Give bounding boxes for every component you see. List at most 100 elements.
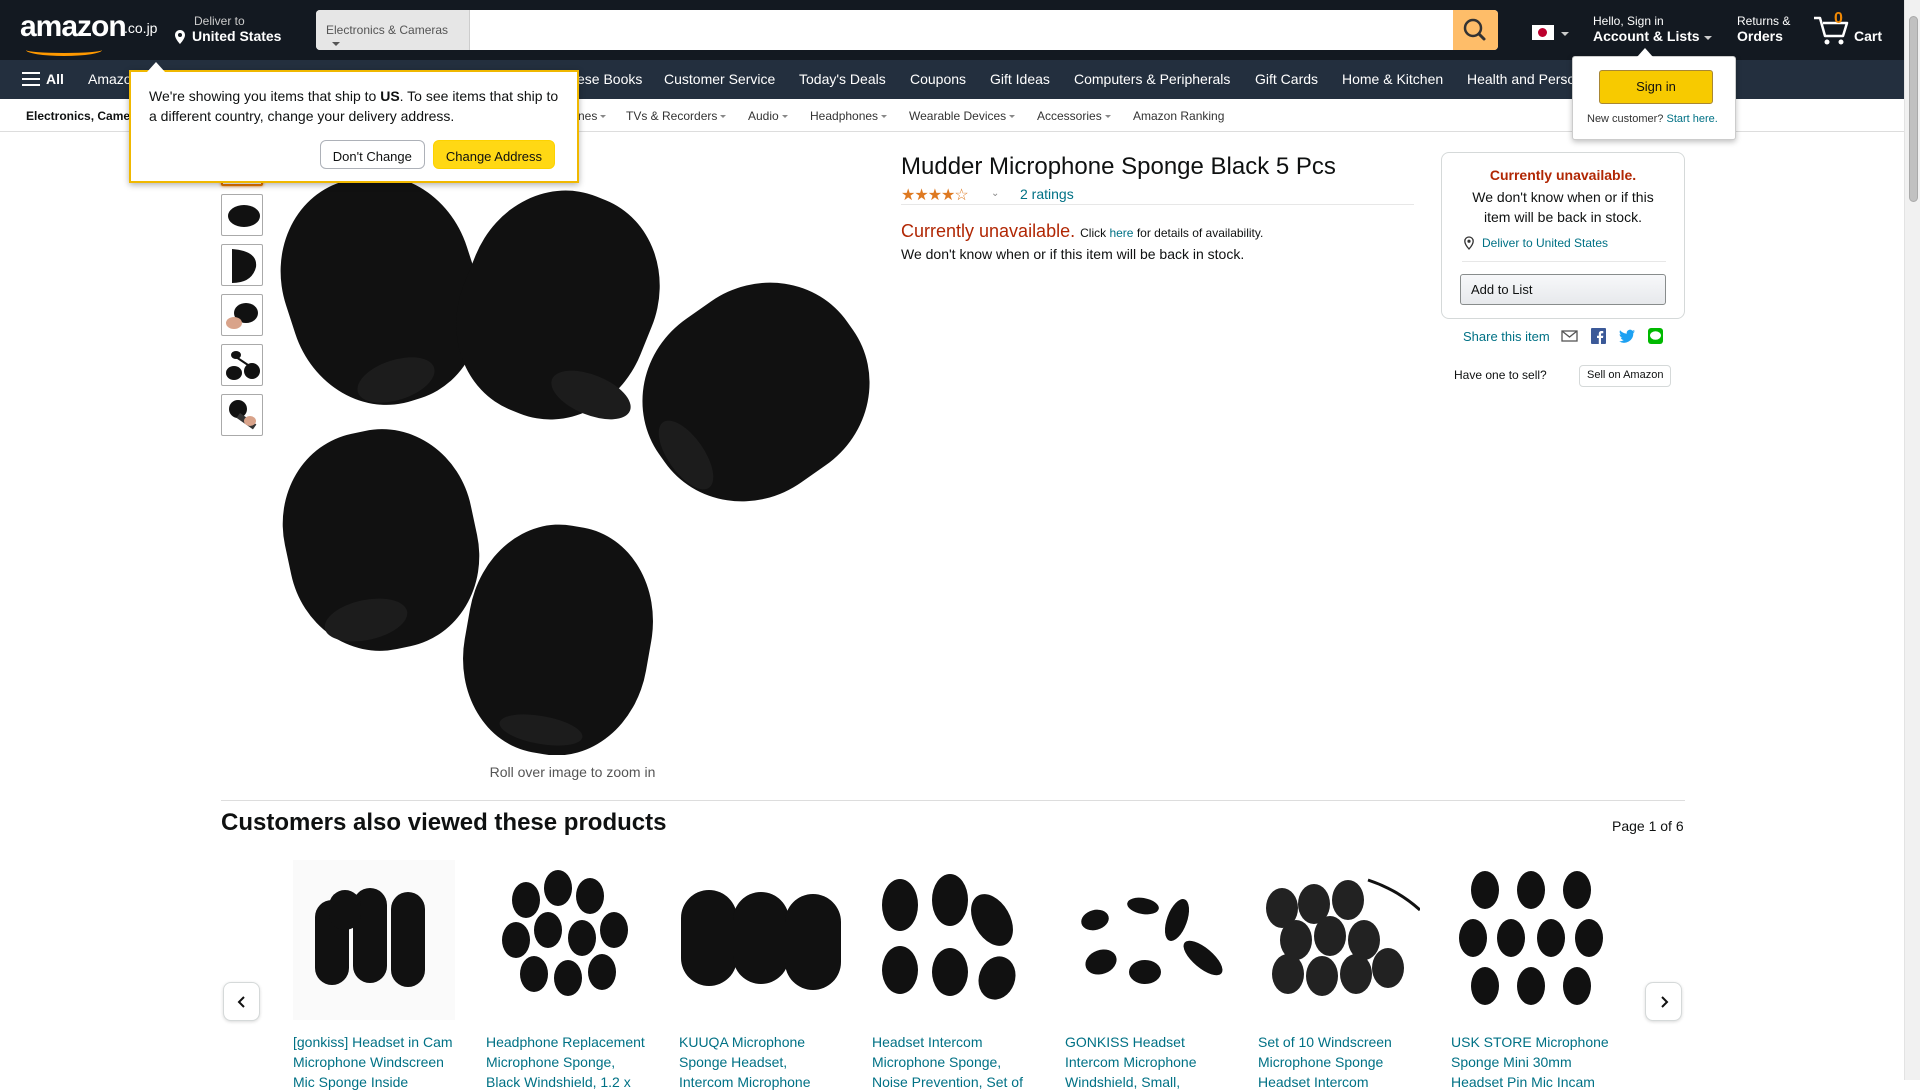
carousel-card[interactable]: GONKISS Headset Intercom Microphone Wind…	[1065, 860, 1227, 1092]
account-lists-text: Account & Lists	[1593, 28, 1700, 44]
thumbnail-2[interactable]	[221, 194, 263, 236]
deliver-to-selector[interactable]: Deliver to United States	[172, 14, 281, 45]
carousel-card[interactable]: Headset Intercom Microphone Sponge, Nois…	[872, 860, 1034, 1092]
subnav-wearables[interactable]: Wearable Devices	[909, 109, 1016, 123]
signin-button[interactable]: Sign in	[1599, 70, 1713, 104]
start-here-link[interactable]: Start here.	[1666, 113, 1717, 125]
carousel-card-image[interactable]	[1258, 860, 1422, 1020]
add-to-list-button[interactable]: Add to List	[1460, 274, 1666, 305]
nav-item-gift-cards[interactable]: Gift Cards	[1255, 71, 1318, 87]
popover-country: US	[380, 88, 400, 104]
buybox-deliver-text: Deliver to United States	[1482, 236, 1609, 250]
carousel-card-title[interactable]: KUUQA Microphone Sponge Headset, Interco…	[679, 1032, 841, 1092]
nav-item-coupons[interactable]: Coupons	[910, 71, 966, 87]
chevron-down-icon	[881, 115, 888, 121]
nav-item-customer-service[interactable]: Customer Service	[664, 71, 775, 87]
subnav-phones-label: nes	[578, 109, 598, 123]
product-title: Mudder Microphone Sponge Black 5 Pcs	[901, 153, 1336, 180]
nav-all-label: All	[46, 71, 64, 87]
search-category-label: Electronics & Cameras	[326, 23, 449, 37]
carousel-card-title[interactable]: USK STORE Microphone Sponge Mini 30mm He…	[1451, 1032, 1613, 1092]
carousel-card-title[interactable]: Headset Intercom Microphone Sponge, Nois…	[872, 1032, 1034, 1092]
search-icon	[1463, 18, 1486, 41]
carousel-card[interactable]: [gonkiss] Headset in Cam Microphone Wind…	[293, 860, 455, 1092]
search-button[interactable]	[1453, 10, 1498, 50]
carousel-card-title[interactable]: GONKISS Headset Intercom Microphone Wind…	[1065, 1032, 1227, 1092]
carousel-card[interactable]: Headphone Replacement Microphone Sponge,…	[486, 860, 648, 1092]
carousel-card-image[interactable]	[872, 860, 1034, 1020]
subnav-ranking[interactable]: Amazon Ranking	[1133, 109, 1224, 123]
carousel-card[interactable]: KUUQA Microphone Sponge Headset, Interco…	[679, 860, 841, 1092]
cart-count: 0	[1834, 10, 1843, 27]
thumbnail-3[interactable]	[221, 244, 263, 286]
nav-item-home-kitchen[interactable]: Home & Kitchen	[1342, 71, 1443, 87]
subnav-electronics[interactable]: Electronics, Came	[26, 109, 130, 123]
carousel-card-image[interactable]	[1451, 860, 1613, 1020]
carousel-next-button[interactable]	[1645, 982, 1682, 1021]
search-category-select[interactable]: Electronics & Cameras	[316, 10, 470, 50]
chevron-down-icon	[1703, 36, 1712, 44]
microphone-sponges-illustration	[280, 175, 870, 756]
subnav-phones[interactable]: nes	[578, 109, 607, 123]
scrollbar-thumb[interactable]	[1909, 16, 1918, 202]
account-lists-menu[interactable]: Hello, Sign in Account & Lists	[1593, 14, 1712, 44]
carousel-card-image[interactable]	[679, 860, 841, 1020]
thumbnail-4[interactable]	[221, 294, 263, 336]
carousel-card-title[interactable]: Set of 10 Windscreen Microphone Sponge H…	[1258, 1032, 1420, 1092]
delivery-country-popover: We're showing you items that ship to US.…	[129, 62, 579, 183]
email-icon[interactable]	[1561, 328, 1578, 344]
nav-item-computers[interactable]: Computers & Peripherals	[1074, 71, 1230, 87]
nav-item-books[interactable]: ese Books	[577, 71, 642, 87]
new-customer-row: New customer? Start here.	[1587, 113, 1718, 125]
sell-on-amazon-button[interactable]: Sell on Amazon	[1579, 365, 1672, 387]
carousel-card-title[interactable]: [gonkiss] Headset in Cam Microphone Wind…	[293, 1032, 455, 1092]
star-rating-icon[interactable]: ★★★★☆	[901, 185, 969, 205]
zoom-hint: Roll over image to zoom in	[489, 764, 656, 780]
nav-item-todays-deals[interactable]: Today's Deals	[799, 71, 886, 87]
buybox-deliver-link[interactable]: Deliver to United States	[1462, 236, 1608, 250]
carousel-card-image[interactable]	[293, 860, 455, 1020]
dont-change-button[interactable]: Don't Change	[319, 140, 425, 169]
carousel-heading: Customers also viewed these products	[221, 809, 667, 836]
top-header: amazon .co.jp Deliver to United States E…	[0, 0, 1904, 60]
thumbnail-6[interactable]	[221, 394, 263, 436]
amazon-logo[interactable]: amazon .co.jp	[20, 10, 157, 56]
share-label[interactable]: Share this item	[1463, 329, 1550, 344]
change-address-button[interactable]: Change Address	[432, 140, 555, 169]
thumbnail-5[interactable]	[221, 344, 263, 386]
facebook-icon[interactable]	[1590, 328, 1607, 344]
ratings-count-link[interactable]: 2 ratings	[1020, 186, 1074, 202]
search-input[interactable]	[471, 10, 1441, 50]
deliver-to-country-text: United States	[192, 28, 282, 44]
carousel-card[interactable]: Set of 10 Windscreen Microphone Sponge H…	[1258, 860, 1422, 1092]
subnav-headphones[interactable]: Headphones	[810, 109, 888, 123]
availability-here-link[interactable]: here	[1109, 226, 1133, 240]
subnav-tvs[interactable]: TVs & Recorders	[626, 109, 727, 123]
search-bar: Electronics & Cameras	[316, 10, 1498, 50]
nav-item-gift-ideas[interactable]: Gift Ideas	[990, 71, 1050, 87]
nav-item-health[interactable]: Health and Perso	[1467, 71, 1575, 87]
japan-flag-icon[interactable]	[1532, 25, 1554, 40]
twitter-icon[interactable]	[1618, 328, 1636, 344]
cart-label: Cart	[1854, 28, 1883, 44]
rating-row: ★★★★☆ ⌄ 2 ratings	[901, 185, 1414, 205]
carousel-card[interactable]: USK STORE Microphone Sponge Mini 30mm He…	[1451, 860, 1613, 1092]
account-lists-label: Account & Lists	[1593, 28, 1712, 44]
page-scrollbar[interactable]	[1904, 0, 1920, 1080]
main-product-image[interactable]	[266, 175, 880, 756]
line-icon[interactable]	[1647, 328, 1664, 344]
nav-all-menu[interactable]: All	[22, 71, 64, 87]
rating-chevron-icon[interactable]: ⌄	[991, 188, 999, 199]
carousel-card-title[interactable]: Headphone Replacement Microphone Sponge,…	[486, 1032, 648, 1092]
carousel-card-image[interactable]	[1065, 860, 1227, 1020]
subnav-audio[interactable]: Audio	[748, 109, 788, 123]
subnav-accessories-label: Accessories	[1037, 109, 1102, 123]
account-greeting: Hello, Sign in	[1593, 14, 1664, 28]
subnav-audio-label: Audio	[748, 109, 779, 123]
carousel-card-image[interactable]	[486, 860, 648, 1020]
cart-link[interactable]: 0 Cart	[1812, 10, 1888, 50]
subnav-accessories[interactable]: Accessories	[1037, 109, 1111, 123]
returns-orders-link[interactable]: Returns & Orders	[1737, 14, 1790, 44]
carousel-prev-button[interactable]	[223, 982, 260, 1021]
availability-click-text: Click	[1080, 226, 1107, 240]
